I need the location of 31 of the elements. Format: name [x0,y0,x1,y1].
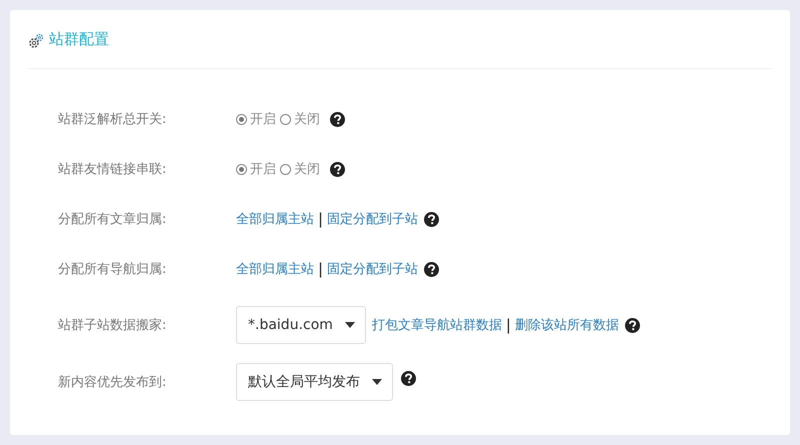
help-icon [401,370,416,386]
action-link[interactable]: 固定分配到子站 [327,210,418,228]
field-label: 分配所有文章归属: [58,211,168,228]
action-link[interactable]: 删除该站所有数据 [514,316,619,334]
gears-icon [28,32,44,48]
field-label: 站群子站数据搬家: [58,317,168,334]
field-label: 新内容优先发布到: [58,374,168,391]
action-link[interactable]: 全部归属主站 [236,260,314,278]
help-icon [424,212,440,226]
field-label: 站群友情链接串联: [58,161,168,178]
action-link[interactable]: 打包文章导航站群数据 [372,316,502,334]
radio-option[interactable]: 关闭 [280,160,320,178]
separator: | [506,316,511,334]
dropdown[interactable]: 默认全局平均发布 [236,363,393,401]
help-icon [424,262,440,276]
action-link[interactable]: 全部归属主站 [236,210,314,228]
separator: | [318,260,324,278]
help-icon [330,112,345,126]
field-label: 分配所有导航归属: [58,261,168,278]
radio-option[interactable]: 开启 [236,160,276,178]
field-label: 站群泛解析总开关: [58,111,168,128]
dropdown[interactable]: *.baidu.com [236,306,366,344]
panel-title: 站群配置 [49,30,109,48]
radio-option[interactable]: 关闭 [280,110,320,128]
action-link[interactable]: 固定分配到子站 [327,260,418,278]
help-icon [330,162,345,176]
separator: | [318,210,324,228]
caret-icon [372,379,382,385]
caret-icon [344,322,355,328]
help-icon [624,318,640,332]
radio-option[interactable]: 开启 [236,110,276,128]
